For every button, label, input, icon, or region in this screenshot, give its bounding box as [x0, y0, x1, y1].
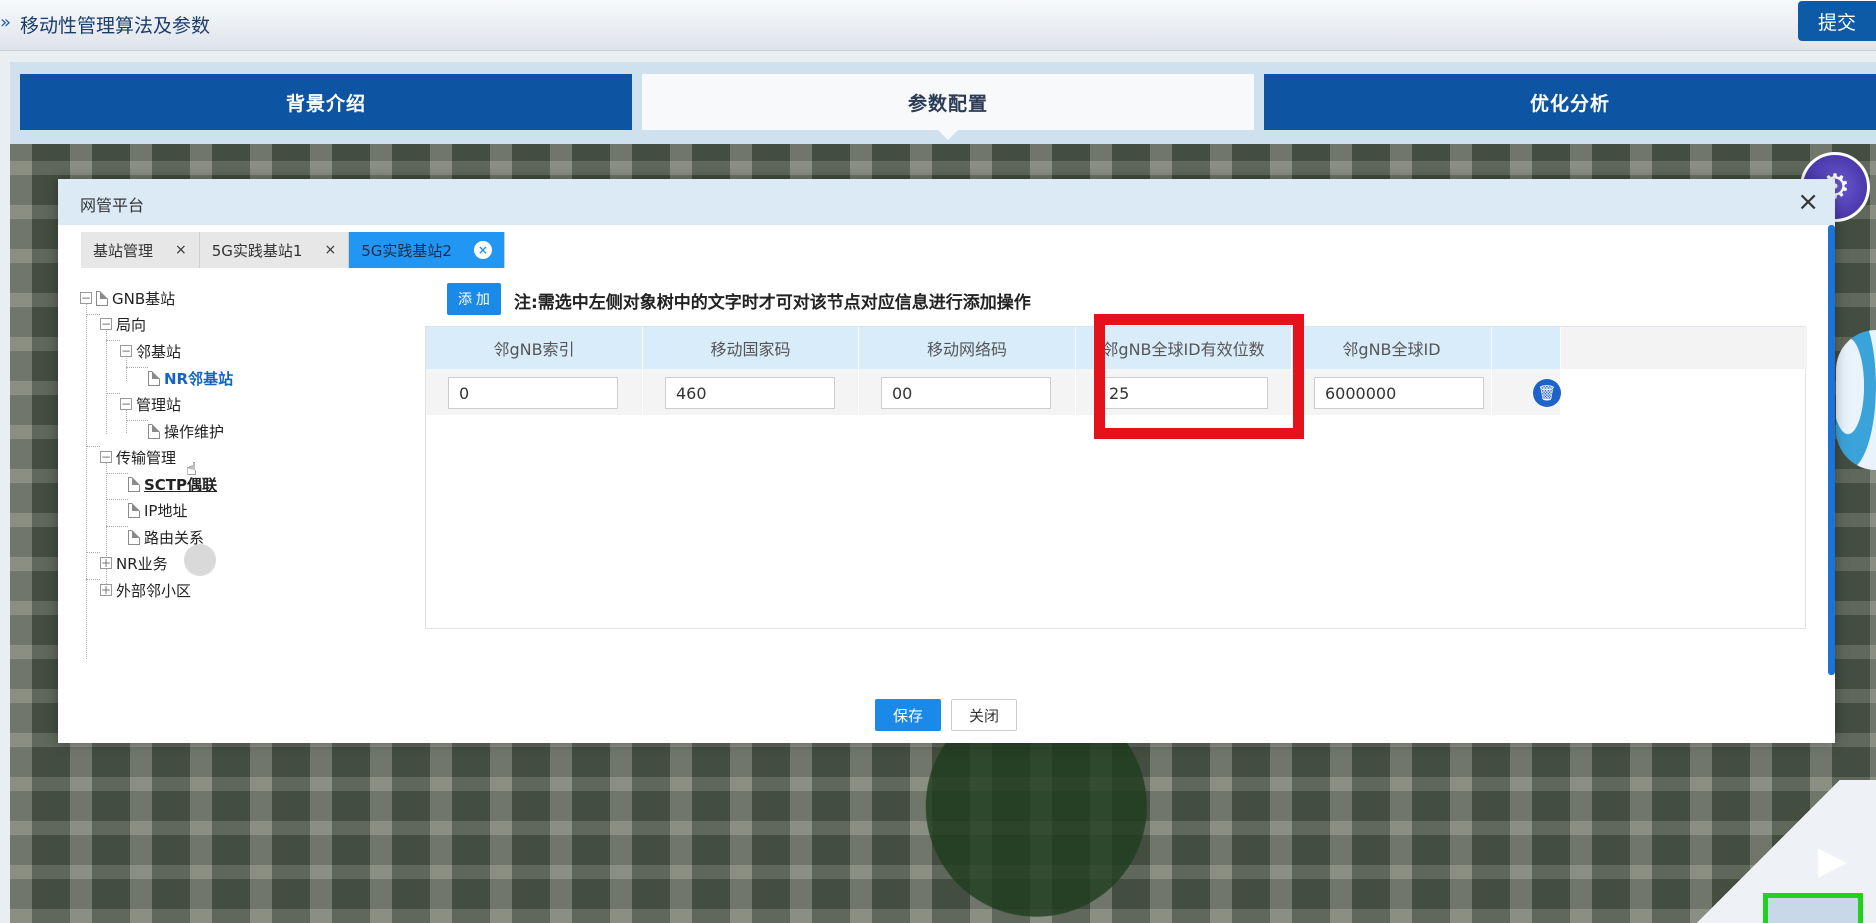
mnc-input[interactable] [881, 377, 1051, 409]
document-icon [148, 370, 160, 386]
tab-optimization[interactable]: 优化分析 [1264, 74, 1876, 130]
tree-node-transport-management[interactable]: − 传输管理 [100, 446, 176, 468]
tree-node-label: 外部邻小区 [116, 581, 192, 600]
column-header: 邻gNB全球ID [1292, 327, 1492, 369]
tree-node-nr-service[interactable]: + NR业务 [100, 552, 168, 574]
vertical-scrollbar[interactable] [1828, 225, 1835, 675]
tree-node-label: NR业务 [116, 554, 168, 573]
tree-node-label: SCTP偶联 [144, 475, 218, 494]
mouse-pointer-icon: ☝ [186, 459, 197, 480]
click-indicator [184, 544, 216, 576]
tree-node-label: 局向 [116, 315, 147, 334]
document-icon [128, 502, 140, 518]
network-management-dialog: 网管平台 × 基站管理 × 5G实践基站1 × 5G实践基站2 × − GNB基… [58, 179, 1835, 743]
tab-5g-station-2[interactable]: 5G实践基站2 × [349, 232, 505, 268]
close-icon[interactable]: × [473, 241, 492, 259]
expand-icon[interactable]: + [100, 584, 112, 596]
mascot-image [1836, 330, 1876, 470]
main-nav: 背景介绍 参数配置 优化分析 [10, 62, 1876, 144]
tree-node-label: 路由关系 [144, 528, 205, 547]
expand-icon[interactable]: + [100, 557, 112, 569]
collapse-icon[interactable]: − [120, 398, 132, 410]
document-icon [148, 423, 160, 439]
table-cell [1292, 369, 1492, 415]
tab-label: 基站管理 [93, 241, 154, 260]
instruction-note: 注:需选中左侧对象树中的文字时才可对该节点对应信息进行添加操作 [514, 293, 1031, 313]
document-icon [96, 290, 108, 306]
save-button[interactable]: 保存 [875, 699, 941, 731]
table-cell [426, 369, 643, 415]
tree-node-operation-maintenance[interactable]: 操作维护 [148, 420, 224, 442]
submit-button[interactable]: 提交 [1798, 1, 1876, 41]
tab-parameter-config[interactable]: 参数配置 [642, 74, 1254, 140]
add-button[interactable]: 添 加 [447, 283, 501, 315]
tree-node-label: 操作维护 [164, 422, 225, 441]
highlight-box-red [1094, 314, 1304, 439]
column-header: 邻gNB索引 [426, 327, 643, 369]
tree-node-label: NR邻基站 [164, 369, 234, 388]
tree-node-direction[interactable]: − 局向 [100, 313, 146, 335]
dialog-tabs: 基站管理 × 5G实践基站1 × 5G实践基站2 × [81, 232, 505, 268]
object-tree: − GNB基站 − 局向 − 邻基站 NR邻基站 − 管理站 操作维护 − 传输… [80, 279, 370, 659]
column-header: 移动国家码 [643, 327, 859, 369]
column-header: 移动网络码 [859, 327, 1076, 369]
tree-node-ip-address[interactable]: IP地址 [128, 499, 187, 521]
collapse-icon[interactable]: − [100, 451, 112, 463]
delete-icon[interactable]: 🗑 [1533, 379, 1561, 407]
tree-node-sctp[interactable]: SCTP偶联 [128, 473, 217, 495]
tree-node-gnb[interactable]: − GNB基站 [80, 287, 175, 309]
table-cell [859, 369, 1076, 415]
highlight-box-green [1763, 893, 1863, 923]
tree-node-management-station[interactable]: − 管理站 [120, 393, 181, 415]
close-icon[interactable]: × [175, 242, 187, 258]
tree-node-label: 管理站 [136, 395, 182, 414]
gnb-index-input[interactable] [448, 377, 618, 409]
column-header-action [1492, 327, 1561, 369]
close-icon[interactable]: × [324, 242, 336, 258]
tab-base-station-management[interactable]: 基站管理 × [81, 232, 200, 268]
tree-node-label: 邻基站 [136, 342, 182, 361]
top-header: » 移动性管理算法及参数 提交 [0, 0, 1876, 51]
table-cell [643, 369, 859, 415]
tree-node-label: GNB基站 [112, 289, 176, 308]
tree-node-external-neighbor-cell[interactable]: + 外部邻小区 [100, 579, 191, 601]
tree-node-routing[interactable]: 路由关系 [128, 526, 204, 548]
collapse-icon[interactable]: − [80, 292, 92, 304]
tab-background[interactable]: 背景介绍 [20, 74, 632, 130]
tree-node-neighbor-station[interactable]: − 邻基站 [120, 340, 181, 362]
collapse-icon[interactable]: − [120, 345, 132, 357]
tab-label: 5G实践基站2 [361, 241, 452, 260]
chevron-right-icon: » [0, 12, 12, 33]
dialog-header: 网管平台 × [58, 179, 1835, 225]
gnb-global-id-input[interactable] [1314, 377, 1484, 409]
tree-node-nr-neighbor-station[interactable]: NR邻基站 [148, 367, 233, 389]
document-icon [128, 476, 140, 492]
mcc-input[interactable] [665, 377, 835, 409]
collapse-icon[interactable]: − [100, 318, 112, 330]
tree-node-label: 传输管理 [116, 448, 177, 467]
close-button[interactable]: 关闭 [951, 699, 1017, 731]
page-title: 移动性管理算法及参数 [20, 15, 211, 37]
tab-label: 5G实践基站1 [211, 241, 303, 260]
document-icon [128, 529, 140, 545]
tab-5g-station-1[interactable]: 5G实践基站1 × [199, 232, 350, 268]
video-icon[interactable]: ▶ [1818, 838, 1847, 882]
close-icon[interactable]: × [1797, 187, 1819, 217]
tree-node-label: IP地址 [144, 501, 188, 520]
dialog-title: 网管平台 [80, 196, 145, 215]
